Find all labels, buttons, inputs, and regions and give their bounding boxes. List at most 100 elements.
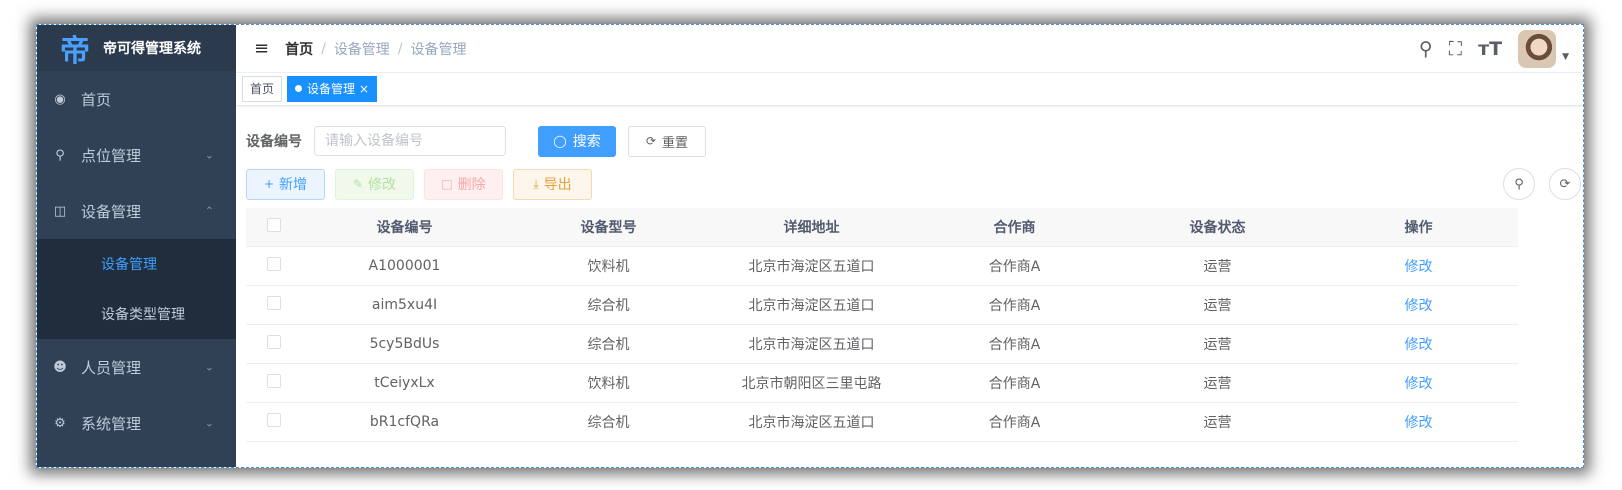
device-submenu: 设备管理 设备类型管理 xyxy=(37,239,236,339)
submenu-item-device-type-management[interactable]: 设备类型管理 xyxy=(37,289,236,339)
table-row[interactable]: bR1cfQRa 综合机 北京市海淀区五道口 合作商A 运营 修改 xyxy=(246,402,1518,442)
table-cell: 合作商A xyxy=(913,324,1116,364)
column-header: 合作商 xyxy=(913,208,1116,247)
content: 设备编号 ◯ 搜索 ⟳ 重置 + 新增 ✎ 修改 □ 删除 ⤓ 导出 ⚲ ⟳ xyxy=(236,106,1583,442)
chevron-up-icon: ⌃ xyxy=(204,204,214,218)
row-checkbox[interactable] xyxy=(246,363,302,403)
edit-link[interactable]: 修改 xyxy=(1319,246,1518,286)
row-checkbox[interactable] xyxy=(246,324,302,364)
download-icon: ⤓ xyxy=(533,176,539,191)
sidebar-item-people[interactable]: ☻ 人员管理 ⌄ xyxy=(37,339,236,395)
dashboard-icon: ◉ xyxy=(54,91,66,107)
sidebar-item-device[interactable]: ◫ 设备管理 ⌃ xyxy=(37,183,236,239)
submenu-item-device-management[interactable]: 设备管理 xyxy=(37,239,236,289)
table-cell: 北京市朝阳区三里屯路 xyxy=(710,363,913,403)
tags-view: 首页 设备管理 × xyxy=(236,73,1583,106)
edit-icon: ✎ xyxy=(352,177,364,191)
edit-link[interactable]: 修改 xyxy=(1319,402,1518,442)
add-button[interactable]: + 新增 xyxy=(246,168,325,200)
gear-icon: ⚙ xyxy=(54,415,66,431)
search-icon: ◯ xyxy=(553,134,567,148)
column-header: 操作 xyxy=(1319,208,1518,247)
table-cell: 合作商A xyxy=(913,246,1116,286)
fullscreen-icon[interactable]: ⛶ xyxy=(1449,38,1462,60)
search-button[interactable]: ◯ 搜索 xyxy=(538,125,616,157)
logo[interactable]: 帝 帝可得管理系统 xyxy=(37,25,236,71)
table-cell: 饮料机 xyxy=(507,246,710,286)
caret-down-icon[interactable]: ▼ xyxy=(1562,52,1569,62)
edit-link[interactable]: 修改 xyxy=(1319,363,1518,403)
table-cell: 运营 xyxy=(1116,324,1319,364)
table-cell: 5cy5BdUs xyxy=(302,324,507,364)
close-icon[interactable]: × xyxy=(359,82,369,96)
plus-icon: + xyxy=(263,177,275,191)
people-icon: ☻ xyxy=(53,359,67,375)
select-all-checkbox[interactable] xyxy=(246,208,302,247)
table-cell: 北京市海淀区五道口 xyxy=(710,285,913,325)
table-row[interactable]: aim5xu4I 综合机 北京市海淀区五道口 合作商A 运营 修改 xyxy=(246,285,1518,325)
tag-home[interactable]: 首页 xyxy=(242,76,283,102)
row-checkbox[interactable] xyxy=(246,246,302,286)
breadcrumb: 首页 / 设备管理 / 设备管理 xyxy=(285,39,466,59)
breadcrumb-separator: / xyxy=(321,40,326,57)
export-button-label: 导出 xyxy=(543,177,572,193)
edit-button[interactable]: ✎ 修改 xyxy=(335,168,414,200)
table-cell: 运营 xyxy=(1116,363,1319,403)
table-cell: 合作商A xyxy=(913,402,1116,442)
sidebar-item-location[interactable]: ⚲ 点位管理 ⌄ xyxy=(37,127,236,183)
column-header: 设备型号 xyxy=(507,208,710,247)
table-row[interactable]: A1000001 饮料机 北京市海淀区五道口 合作商A 运营 修改 xyxy=(246,246,1518,286)
table-cell: 综合机 xyxy=(507,324,710,364)
refresh-icon: ⟳ xyxy=(645,134,657,148)
column-header: 设备编号 xyxy=(302,208,507,247)
table-cell: 合作商A xyxy=(913,285,1116,325)
toolbar: + 新增 ✎ 修改 □ 删除 ⤓ 导出 ⚲ ⟳ xyxy=(246,168,1581,200)
table-cell: 运营 xyxy=(1116,285,1319,325)
edit-link[interactable]: 修改 xyxy=(1319,324,1518,364)
toggle-search-icon[interactable]: ⚲ xyxy=(1503,168,1535,200)
device-code-input[interactable] xyxy=(314,126,506,156)
search-form: 设备编号 ◯ 搜索 ⟳ 重置 xyxy=(246,106,1573,176)
sidebar: 帝 帝可得管理系统 ◉ 首页 ⚲ 点位管理 ⌄ ◫ 设备管理 ⌃ 设备管理 设备… xyxy=(37,25,236,467)
table-row[interactable]: tCeiyxLx 饮料机 北京市朝阳区三里屯路 合作商A 运营 修改 xyxy=(246,363,1518,403)
table-cell: 北京市海淀区五道口 xyxy=(710,324,913,364)
chevron-down-icon: ⌄ xyxy=(204,416,214,430)
table-cell: tCeiyxLx xyxy=(302,363,507,403)
add-button-label: 新增 xyxy=(279,177,308,193)
navbar-right: ⚲ ⛶ тT ▼ xyxy=(1419,25,1569,72)
row-checkbox[interactable] xyxy=(246,402,302,442)
refresh-icon[interactable]: ⟳ xyxy=(1549,168,1581,200)
location-icon: ⚲ xyxy=(55,147,65,163)
table-header-row: 设备编号 设备型号 详细地址 合作商 设备状态 操作 xyxy=(246,208,1518,247)
reset-button-label: 重置 xyxy=(662,135,689,151)
search-icon[interactable]: ⚲ xyxy=(1419,38,1433,60)
table-cell: aim5xu4I xyxy=(302,285,507,325)
table-cell: 北京市海淀区五道口 xyxy=(710,246,913,286)
chevron-down-icon: ⌄ xyxy=(204,360,214,374)
edit-link[interactable]: 修改 xyxy=(1319,285,1518,325)
reset-button[interactable]: ⟳ 重置 xyxy=(628,125,706,157)
avatar[interactable] xyxy=(1518,29,1557,68)
font-size-icon[interactable]: тT xyxy=(1478,38,1502,60)
sidebar-item-label: 系统管理 xyxy=(81,414,142,433)
row-checkbox[interactable] xyxy=(246,285,302,325)
breadcrumb-item: 设备管理 xyxy=(333,41,390,58)
device-icon: ◫ xyxy=(53,203,67,219)
app-title: 帝可得管理系统 xyxy=(103,41,201,57)
table-cell: 运营 xyxy=(1116,246,1319,286)
delete-button[interactable]: □ 删除 xyxy=(424,168,503,200)
breadcrumb-separator: / xyxy=(397,40,403,57)
table-row[interactable]: 5cy5BdUs 综合机 北京市海淀区五道口 合作商A 运营 修改 xyxy=(246,324,1518,364)
sidebar-item-home[interactable]: ◉ 首页 xyxy=(37,71,236,127)
export-button[interactable]: ⤓ 导出 xyxy=(513,168,592,200)
sidebar-item-label: 人员管理 xyxy=(81,358,142,377)
search-button-label: 搜索 xyxy=(572,134,601,150)
tag-device-management[interactable]: 设备管理 × xyxy=(287,76,378,102)
hamburger-icon[interactable]: ≡ xyxy=(254,38,269,59)
sidebar-item-system[interactable]: ⚙ 系统管理 ⌄ xyxy=(37,395,236,451)
breadcrumb-home[interactable]: 首页 xyxy=(285,39,313,59)
table-cell: bR1cfQRa xyxy=(302,402,507,442)
active-dot-icon xyxy=(295,85,303,92)
edit-button-label: 修改 xyxy=(368,177,397,193)
navbar: ≡ 首页 / 设备管理 / 设备管理 ⚲ ⛶ тT ▼ xyxy=(236,25,1583,73)
